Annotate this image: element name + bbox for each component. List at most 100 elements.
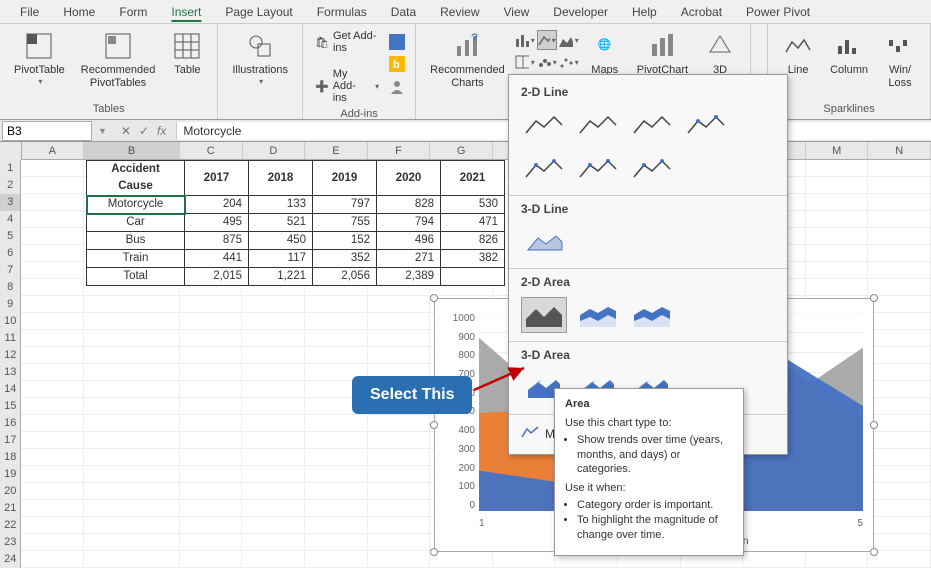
cell-C14[interactable] bbox=[180, 381, 243, 398]
cell-D20[interactable] bbox=[242, 483, 305, 500]
cell-N18[interactable] bbox=[868, 449, 931, 466]
cell-A2[interactable] bbox=[21, 177, 84, 194]
table-cell[interactable]: 352 bbox=[313, 250, 377, 268]
table-cell[interactable]: 755 bbox=[313, 214, 377, 232]
table-cell[interactable]: 826 bbox=[441, 232, 505, 250]
cell-N20[interactable] bbox=[868, 483, 931, 500]
cell-B20[interactable] bbox=[84, 483, 180, 500]
row-header-10[interactable]: 10 bbox=[0, 313, 21, 330]
table-cell[interactable]: 450 bbox=[249, 232, 313, 250]
table-cell[interactable]: 2,056 bbox=[313, 268, 377, 286]
table-cell[interactable]: 828 bbox=[377, 196, 441, 214]
cell-F12[interactable] bbox=[368, 347, 431, 364]
cell-N1[interactable] bbox=[868, 160, 931, 177]
cell-E10[interactable] bbox=[305, 313, 368, 330]
cell-F11[interactable] bbox=[368, 330, 431, 347]
cell-B14[interactable] bbox=[84, 381, 180, 398]
tab-file[interactable]: File bbox=[8, 1, 51, 23]
scatter-chart-icon[interactable] bbox=[559, 52, 579, 72]
cell-N19[interactable] bbox=[868, 466, 931, 483]
cell-A11[interactable] bbox=[21, 330, 84, 347]
tab-acrobat[interactable]: Acrobat bbox=[669, 1, 734, 23]
row-header-4[interactable]: 4 bbox=[0, 211, 21, 228]
table-cell[interactable]: 133 bbox=[249, 196, 313, 214]
people-addin-icon[interactable] bbox=[387, 76, 407, 96]
cell-C19[interactable] bbox=[180, 466, 243, 483]
hierarchy-chart-icon[interactable] bbox=[515, 52, 535, 72]
cell-M5[interactable] bbox=[806, 228, 869, 245]
row-area2d-option-0[interactable] bbox=[521, 297, 567, 333]
cell-B17[interactable] bbox=[84, 432, 180, 449]
row-header-5[interactable]: 5 bbox=[0, 228, 21, 245]
cell-N13[interactable] bbox=[868, 364, 931, 381]
row-header-19[interactable]: 19 bbox=[0, 466, 21, 483]
cell-D22[interactable] bbox=[242, 517, 305, 534]
cell-E21[interactable] bbox=[305, 500, 368, 517]
table-header[interactable]: 2018 bbox=[249, 161, 313, 196]
row-header-11[interactable]: 11 bbox=[0, 330, 21, 347]
cell-M7[interactable] bbox=[806, 262, 869, 279]
cell-B15[interactable] bbox=[84, 398, 180, 415]
row-header-14[interactable]: 14 bbox=[0, 381, 21, 398]
table-cell[interactable]: Motorcycle bbox=[87, 196, 185, 214]
table-cell[interactable]: 204 bbox=[185, 196, 249, 214]
cell-D19[interactable] bbox=[242, 466, 305, 483]
cell-F9[interactable] bbox=[368, 296, 431, 313]
cell-A8[interactable] bbox=[21, 279, 84, 296]
cell-A19[interactable] bbox=[21, 466, 84, 483]
cell-E18[interactable] bbox=[305, 449, 368, 466]
row-area2d-option-2[interactable] bbox=[629, 297, 675, 333]
enter-formula-icon[interactable]: ✓ bbox=[139, 124, 149, 138]
cell-A10[interactable] bbox=[21, 313, 84, 330]
row-header-13[interactable]: 13 bbox=[0, 364, 21, 381]
cell-D13[interactable] bbox=[242, 364, 305, 381]
column-header-A[interactable]: A bbox=[22, 142, 85, 159]
cell-D23[interactable] bbox=[242, 534, 305, 551]
row-header-9[interactable]: 9 bbox=[0, 296, 21, 313]
cell-F16[interactable] bbox=[368, 415, 431, 432]
cell-D18[interactable] bbox=[242, 449, 305, 466]
cell-N17[interactable] bbox=[868, 432, 931, 449]
tab-insert[interactable]: Insert bbox=[159, 1, 213, 23]
cell-B22[interactable] bbox=[84, 517, 180, 534]
cell-C23[interactable] bbox=[180, 534, 243, 551]
tab-developer[interactable]: Developer bbox=[541, 1, 620, 23]
tab-view[interactable]: View bbox=[492, 1, 542, 23]
cell-A12[interactable] bbox=[21, 347, 84, 364]
column-header-E[interactable]: E bbox=[305, 142, 368, 159]
table-cell[interactable]: 875 bbox=[185, 232, 249, 250]
cell-A18[interactable] bbox=[21, 449, 84, 466]
cell-C13[interactable] bbox=[180, 364, 243, 381]
table-cell[interactable]: 271 bbox=[377, 250, 441, 268]
namebox-dropdown-icon[interactable]: ▼ bbox=[94, 126, 111, 136]
table-header[interactable]: Accident Cause bbox=[87, 161, 185, 196]
table-cell[interactable]: 530 bbox=[441, 196, 505, 214]
cell-M8[interactable] bbox=[806, 279, 869, 296]
row-header-7[interactable]: 7 bbox=[0, 262, 21, 279]
table-cell[interactable]: 496 bbox=[377, 232, 441, 250]
row-header-3[interactable]: 3 bbox=[0, 194, 21, 211]
cell-B10[interactable] bbox=[84, 313, 180, 330]
column-header-C[interactable]: C bbox=[180, 142, 243, 159]
table-cell[interactable]: 2,015 bbox=[185, 268, 249, 286]
column-header-D[interactable]: D bbox=[243, 142, 306, 159]
row-header-23[interactable]: 23 bbox=[0, 534, 21, 551]
table-cell[interactable]: 152 bbox=[313, 232, 377, 250]
table-cell[interactable]: 382 bbox=[441, 250, 505, 268]
cell-B12[interactable] bbox=[84, 347, 180, 364]
recommended-charts-button[interactable]: ? Recommended Charts bbox=[424, 28, 511, 92]
cell-A6[interactable] bbox=[21, 245, 84, 262]
row-line2d-option-2[interactable] bbox=[629, 107, 675, 143]
cell-D17[interactable] bbox=[242, 432, 305, 449]
get-addins-button[interactable]: 🛍Get Add-ins bbox=[311, 28, 383, 56]
cell-F17[interactable] bbox=[368, 432, 431, 449]
cell-B11[interactable] bbox=[84, 330, 180, 347]
cell-B13[interactable] bbox=[84, 364, 180, 381]
cell-D10[interactable] bbox=[242, 313, 305, 330]
cell-A14[interactable] bbox=[21, 381, 84, 398]
tab-power-pivot[interactable]: Power Pivot bbox=[734, 1, 822, 23]
cell-A9[interactable] bbox=[21, 296, 84, 313]
cell-N21[interactable] bbox=[868, 500, 931, 517]
cell-B18[interactable] bbox=[84, 449, 180, 466]
pivottable-button[interactable]: PivotTable bbox=[8, 28, 71, 89]
